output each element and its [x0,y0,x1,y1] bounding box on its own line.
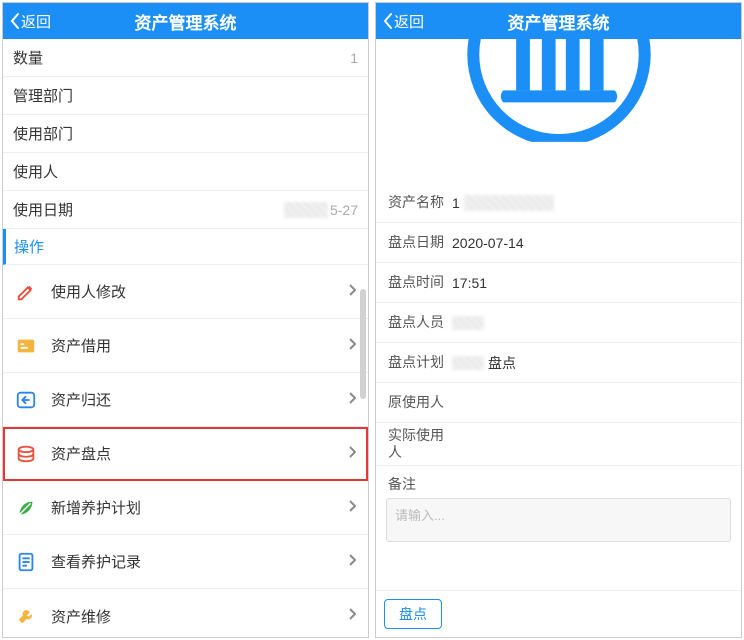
form-label: 原使用人 [388,394,452,411]
blurred-value [452,356,484,370]
action-label: 资产借用 [51,335,111,356]
plan-suffix: 盘点 [488,353,516,373]
info-use-dept: 使用部门 [3,115,368,153]
wrench-icon [15,605,37,627]
submit-label: 盘点 [399,604,427,624]
back-label: 返回 [394,11,424,32]
action-inventory[interactable]: 资产盘点 [3,427,368,481]
chevron-right-icon [348,337,356,355]
right-pane: 返回 资产管理系统 资产名称 1 [375,2,742,638]
right-header: 返回 资产管理系统 [376,3,741,39]
info-label: 管理部门 [13,85,73,106]
action-label: 使用人修改 [51,281,126,302]
action-new-plan[interactable]: 新增养护计划 [3,481,368,535]
action-repair[interactable]: 资产维修 [3,589,368,637]
back-button[interactable]: 返回 [3,11,51,32]
action-return[interactable]: 资产归还 [3,373,368,427]
form-value: 2020-07-14 [452,235,729,251]
remark-label: 备注 [376,466,741,498]
form-plan: 盘点计划 盘点 [376,343,741,383]
placeholder-text: 请输入... [395,508,445,523]
info-mgmt-dept: 管理部门 [3,77,368,115]
chevron-right-icon [348,391,356,409]
asset-name-prefix: 1 [452,195,460,211]
info-use-date: 使用日期 5-27 [3,191,368,229]
action-label: 查看养护记录 [51,551,141,572]
back-label: 返回 [21,11,51,32]
return-icon [15,389,37,411]
chevron-right-icon [348,283,356,301]
action-label: 新增养护计划 [51,497,141,518]
chevron-left-icon [382,12,394,30]
form-asset-name: 资产名称 1 [376,183,741,223]
right-body: 资产名称 1 盘点日期 2020-07-14 盘点时间 17:51 盘点人员 盘… [376,39,741,590]
form-label: 盘点人员 [388,314,452,331]
chevron-right-icon [348,607,356,625]
blurred-value [452,316,484,330]
info-label: 使用人 [13,161,58,182]
page-title: 资产管理系统 [376,9,741,34]
chevron-right-icon [348,499,356,517]
submit-button[interactable]: 盘点 [384,599,442,629]
action-modify-user[interactable]: 使用人修改 [3,265,368,319]
form-label: 资产名称 [388,194,452,211]
left-header: 返回 资产管理系统 [3,3,368,39]
back-button[interactable]: 返回 [376,11,424,32]
leaf-icon [15,497,37,519]
form-label: 实际使用人 [388,427,452,461]
borrow-icon [15,335,37,357]
section-label: 操作 [14,236,44,257]
left-pane: 返回 资产管理系统 数量 1 管理部门 使用部门 使用人 使用日期 5-27 操… [2,2,369,638]
chevron-right-icon [348,445,356,463]
right-footer: 盘点 [376,590,741,637]
date-suffix: 5-27 [330,202,358,218]
info-value: 1 [350,50,358,66]
scrollbar[interactable] [360,289,366,399]
info-qty: 数量 1 [3,39,368,77]
section-operations: 操作 [3,229,368,265]
chevron-left-icon [9,12,21,30]
action-label: 资产归还 [51,389,111,410]
action-label: 资产盘点 [51,443,111,464]
form-date: 盘点日期 2020-07-14 [376,223,741,263]
action-borrow[interactable]: 资产借用 [3,319,368,373]
logo [376,39,741,183]
form-label: 盘点时间 [388,274,452,291]
blurred-value [464,195,554,211]
edit-icon [15,281,37,303]
info-label: 使用日期 [13,199,73,220]
chevron-right-icon [348,553,356,571]
info-label: 使用部门 [13,123,73,144]
form-time: 盘点时间 17:51 [376,263,741,303]
page-title: 资产管理系统 [3,9,368,34]
remark-input[interactable]: 请输入... [386,498,731,542]
action-view-records[interactable]: 查看养护记录 [3,535,368,589]
form-value: 17:51 [452,275,729,291]
form-label: 盘点日期 [388,234,452,251]
form-orig-user: 原使用人 [376,383,741,423]
action-label: 资产维修 [51,606,111,627]
inventory-icon [15,443,37,465]
info-label: 数量 [13,47,43,68]
form-label: 盘点计划 [388,354,452,371]
blurred-value [284,202,328,218]
info-user: 使用人 [3,153,368,191]
form-actual-user: 实际使用人 [376,423,741,466]
left-body: 数量 1 管理部门 使用部门 使用人 使用日期 5-27 操作 [3,39,368,637]
form-staff: 盘点人员 [376,303,741,343]
document-icon [15,551,37,573]
